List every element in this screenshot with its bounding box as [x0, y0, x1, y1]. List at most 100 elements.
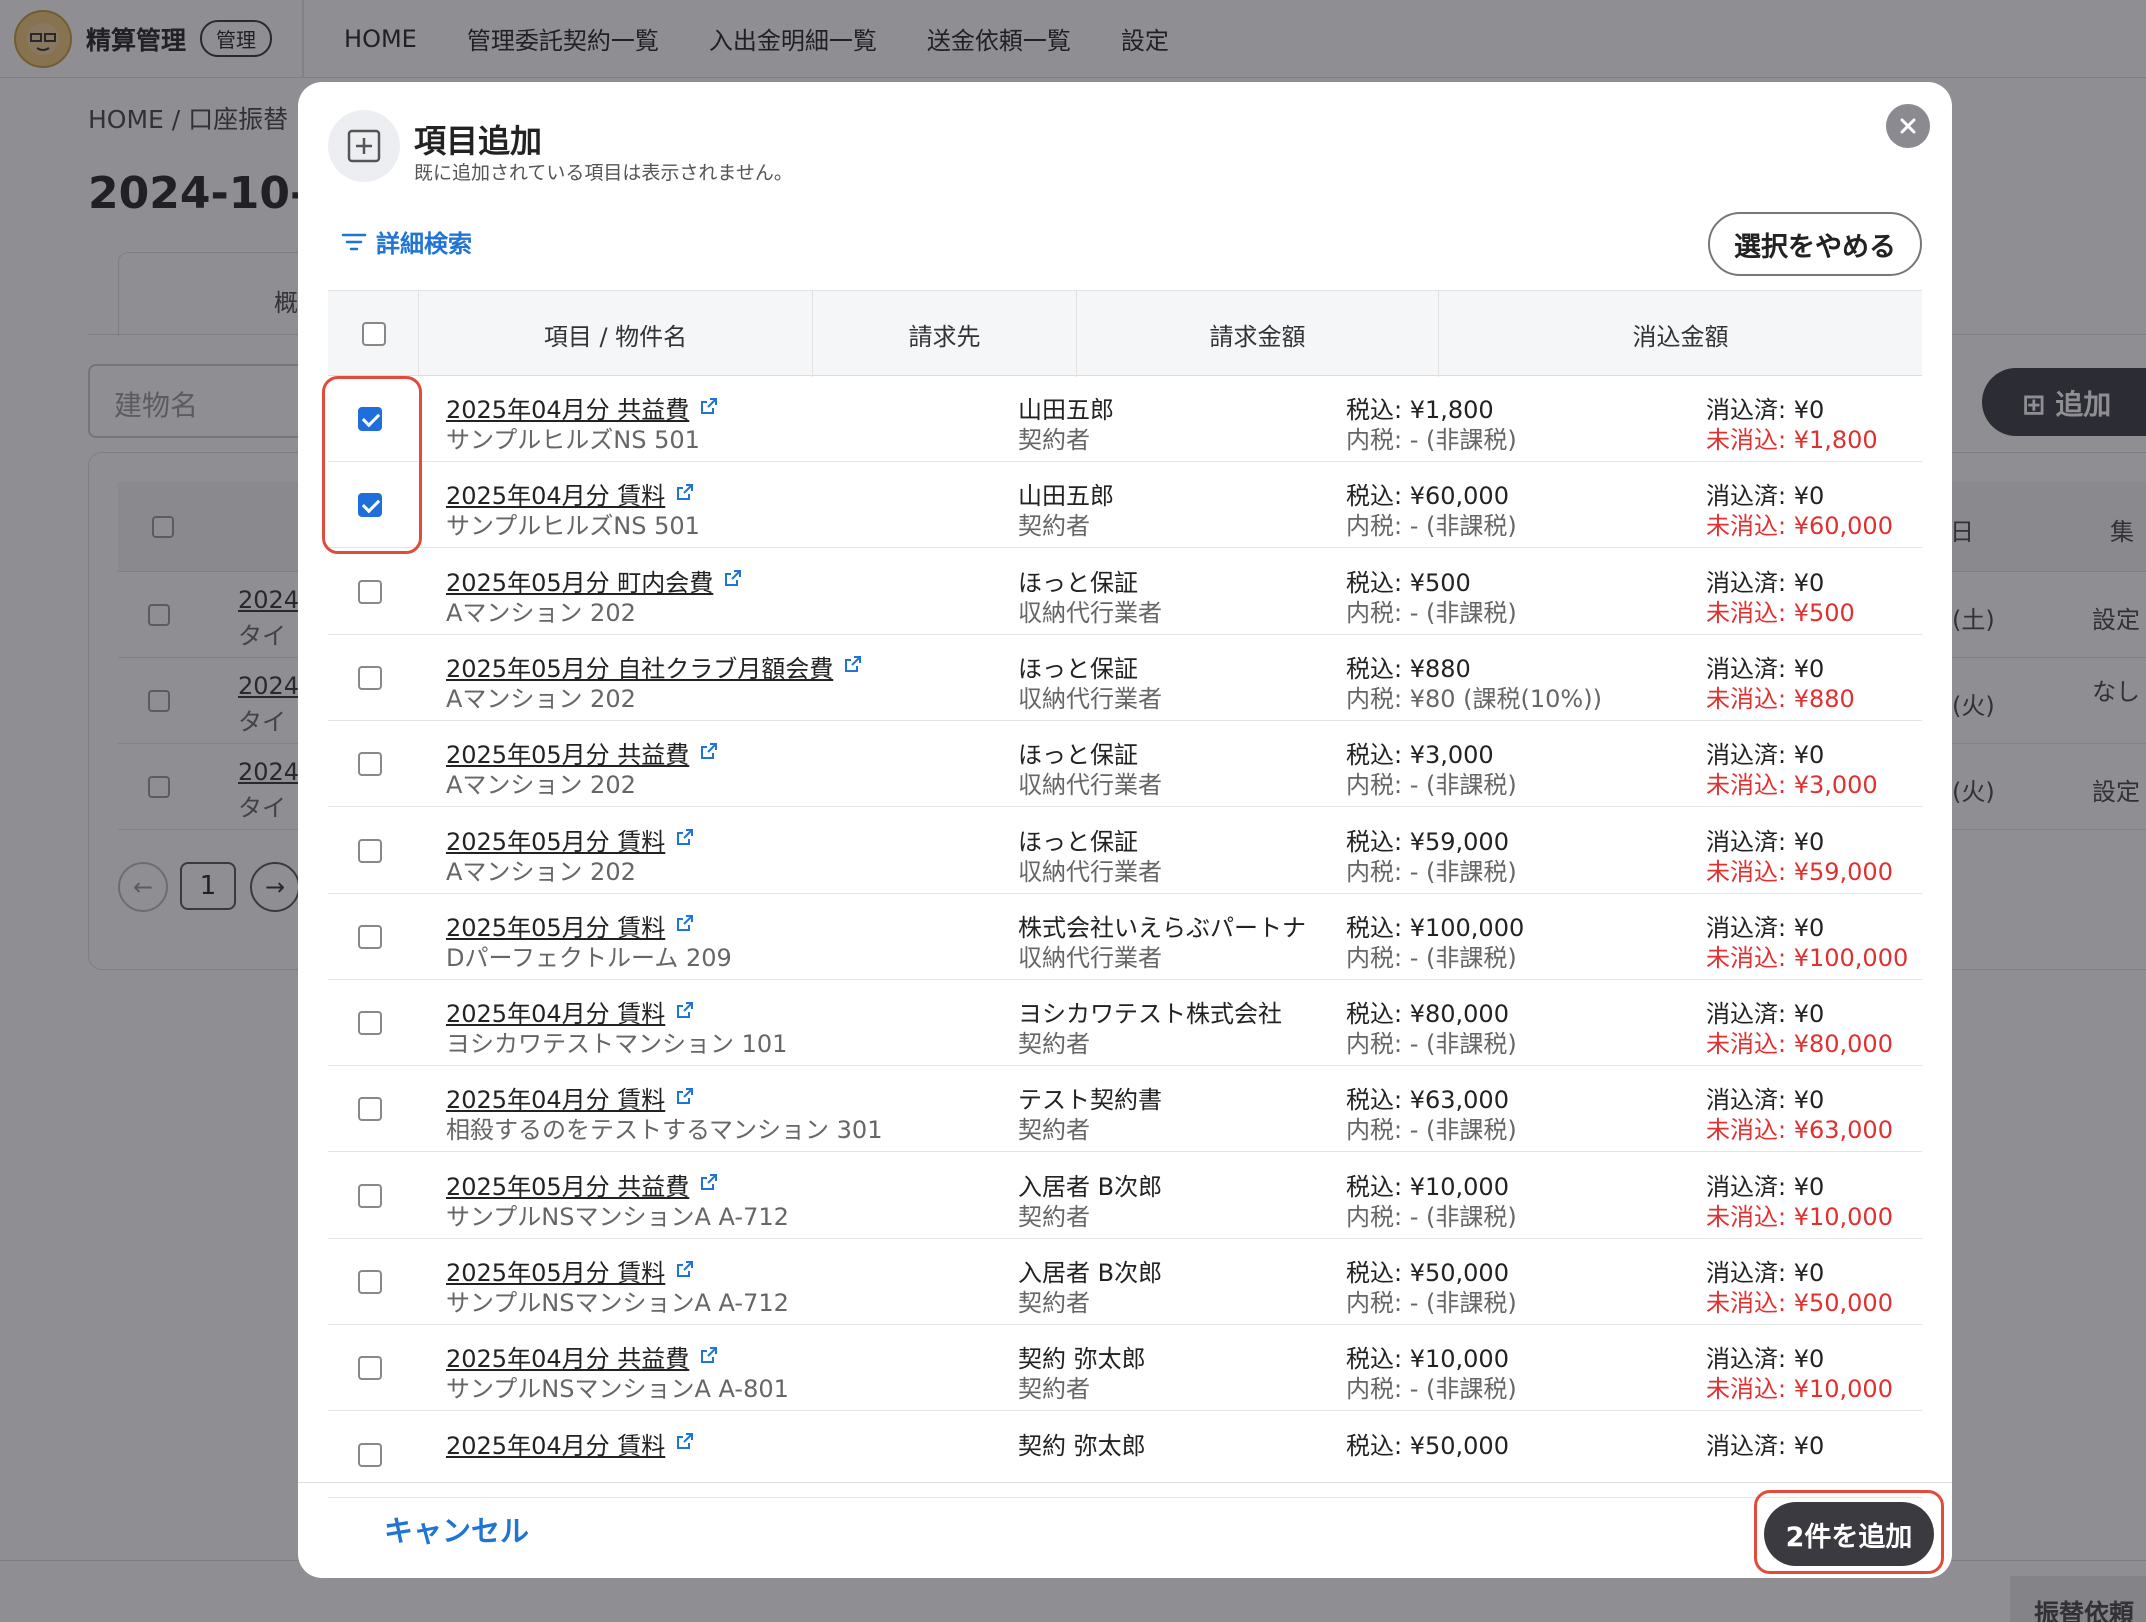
table-row[interactable]: 2025年05月分 賃料 サンプルNSマンションA A-712 入居者 B次郎 契約者…: [328, 1239, 1922, 1325]
filter-icon: [341, 233, 367, 250]
property-name: Aマンション 202: [446, 857, 636, 886]
tax-amount: 内税: - (非課税): [1346, 1289, 1517, 1317]
tax-amount: 内税: - (非課税): [1346, 943, 1517, 972]
unreconciled-amount: 未消込: ¥63,000: [1706, 1116, 1893, 1145]
table-row[interactable]: 2025年05月分 共益費 サンプルNSマンションA A-712 入居者 B次郎 契約…: [328, 1153, 1922, 1239]
row-checkbox[interactable]: [358, 665, 382, 690]
row-checkbox[interactable]: [358, 752, 382, 777]
unreconciled-amount: 未消込: ¥10,000: [1706, 1375, 1893, 1404]
property-name: Aマンション 202: [446, 598, 636, 627]
unreconciled-amount: 未消込: ¥50,000: [1706, 1289, 1893, 1317]
column-payee: 請求先: [812, 291, 1076, 377]
property-name: Aマンション 202: [446, 771, 636, 800]
confirm-highlight-annotation: [1754, 1490, 1944, 1574]
add-square-icon: [328, 110, 400, 182]
row-checkbox[interactable]: [358, 1097, 382, 1122]
tax-amount: 内税: - (非課税): [1346, 426, 1517, 454]
column-reconciled-amount: 消込金額: [1438, 291, 1922, 377]
tax-amount: 内税: - (非課税): [1346, 1375, 1517, 1404]
table-row[interactable]: 2025年05月分 賃料 Aマンション 202 ほっと保証 収納代行業者 税込: ¥59…: [328, 808, 1922, 894]
external-link-icon[interactable]: [699, 1343, 719, 1371]
unreconciled-amount: 未消込: ¥3,000: [1706, 771, 1878, 800]
property-name: サンプルNSマンションA A-712: [446, 1202, 789, 1231]
row-checkbox[interactable]: [358, 1356, 382, 1381]
external-link-icon[interactable]: [723, 566, 743, 594]
external-link-icon[interactable]: [675, 1429, 695, 1457]
unreconciled-amount: 未消込: ¥60,000: [1706, 512, 1893, 541]
table-row[interactable]: 2025年04月分 賃料 ヨシカワテストマンション 101 ヨシカワテスト株式会社契…: [328, 980, 1922, 1067]
property-name: ヨシカワテストマンション 101: [446, 1030, 788, 1059]
external-link-icon[interactable]: [843, 652, 863, 680]
items-table: 項目 / 物件名 請求先 請求金額 消込金額 2025年04月分 共益費 サンプル…: [328, 290, 1922, 1534]
table-row[interactable]: 2025年05月分 町内会費 Aマンション 202 ほっと保証 収納代行業者 税込: ¥…: [328, 549, 1922, 635]
close-button[interactable]: [1886, 104, 1930, 148]
table-row[interactable]: 2025年04月分 共益費 サンプルヒルズNS 501 山田五郎 契約者 税込: ¥1,…: [328, 376, 1922, 462]
unreconciled-amount: 未消込: ¥59,000: [1706, 857, 1893, 886]
unreconciled-amount: 未消込: ¥80,000: [1706, 1030, 1893, 1059]
payee-role: 契約者: [1018, 1030, 1090, 1059]
tax-amount: 内税: - (非課税): [1346, 857, 1517, 886]
property-name: 相殺するのをテストするマンション 301: [446, 1116, 883, 1145]
tax-amount: 内税: - (非課税): [1346, 1202, 1517, 1231]
checkbox-highlight-annotation: [322, 376, 422, 554]
property-name: サンプルNSマンションA A-801: [446, 1375, 789, 1404]
item-link[interactable]: 2025年04月分 賃料: [446, 1426, 695, 1461]
property-name: Dパーフェクトルーム 209: [446, 943, 732, 972]
payee-role: 収納代行業者: [1018, 943, 1162, 972]
deselect-button[interactable]: 選択をやめる: [1708, 212, 1922, 276]
unreconciled-amount: 未消込: ¥1,800: [1706, 426, 1878, 454]
property-name: サンプルヒルズNS 501: [446, 512, 700, 541]
tax-amount: 内税: ¥80 (課税(10%)): [1346, 684, 1602, 713]
row-checkbox[interactable]: [358, 1442, 382, 1467]
table-row[interactable]: 2025年04月分 賃料 相殺するのをテストするマンション 301 テスト契約書 契約…: [328, 1066, 1922, 1153]
close-icon: [1900, 118, 1916, 134]
row-checkbox[interactable]: [358, 838, 382, 863]
unreconciled-amount: 未消込: ¥100,000: [1706, 943, 1909, 972]
unreconciled-amount: 未消込: ¥880: [1706, 684, 1855, 713]
billed-amount: 税込: ¥50,000: [1346, 1431, 1509, 1460]
payee-role: 収納代行業者: [1018, 598, 1162, 627]
tax-amount: 内税: - (非課税): [1346, 1030, 1517, 1059]
table-row[interactable]: 2025年05月分 共益費 Aマンション 202 ほっと保証 収納代行業者 税込: ¥3…: [328, 721, 1922, 808]
table-row[interactable]: 2025年04月分 共益費 サンプルNSマンションA A-801 契約 弥太郎 契約者…: [328, 1325, 1922, 1412]
external-link-icon[interactable]: [675, 1257, 695, 1285]
modal-subtitle: 既に追加されている項目は表示されません。: [414, 162, 793, 184]
external-link-icon[interactable]: [675, 825, 695, 853]
table-header: 項目 / 物件名 請求先 請求金額 消込金額: [328, 290, 1922, 377]
external-link-icon[interactable]: [675, 1084, 695, 1112]
payee-role: 契約者: [1018, 512, 1090, 541]
property-name: Aマンション 202: [446, 684, 636, 713]
row-checkbox[interactable]: [358, 1011, 382, 1036]
cancel-button[interactable]: キャンセル: [384, 1508, 529, 1550]
payee-role: 契約者: [1018, 1375, 1090, 1404]
add-item-modal: 項目追加 既に追加されている項目は表示されません。 詳細検索 選択をやめる 項目…: [298, 82, 1952, 1578]
external-link-icon[interactable]: [699, 1170, 719, 1198]
reconciled-amount: 消込済: ¥0: [1706, 1431, 1825, 1460]
item-name: 2025年04月分 賃料: [446, 1431, 666, 1460]
external-link-icon[interactable]: [699, 394, 719, 422]
external-link-icon[interactable]: [675, 998, 695, 1026]
advanced-search-label: 詳細検索: [376, 230, 472, 258]
table-row[interactable]: 2025年04月分 賃料 サンプルヒルズNS 501 山田五郎 契約者 税込: ¥60,…: [328, 462, 1922, 549]
payee-role: 契約者: [1018, 1202, 1090, 1231]
row-checkbox[interactable]: [358, 579, 382, 604]
advanced-search-link[interactable]: 詳細検索: [340, 224, 472, 259]
payee-role: 契約者: [1018, 426, 1090, 454]
tax-amount: 内税: - (非課税): [1346, 1116, 1517, 1145]
tax-amount: 内税: - (非課税): [1346, 512, 1517, 541]
select-all-checkbox[interactable]: [362, 322, 386, 346]
row-checkbox[interactable]: [358, 1183, 382, 1208]
external-link-icon[interactable]: [699, 739, 719, 767]
table-row[interactable]: 2025年05月分 賃料 Dパーフェクトルーム 209 株式会社いえらぶパートナ 収納…: [328, 894, 1922, 980]
property-name: サンプルNSマンションA A-712: [446, 1289, 789, 1317]
modal-title: 項目追加: [414, 122, 543, 160]
modal-footer-divider: [298, 1482, 1952, 1483]
row-checkbox[interactable]: [358, 924, 382, 949]
table-row[interactable]: 2025年04月分 賃料 契約 弥太郎 税込: ¥50,000 消込済: ¥0: [328, 1412, 1922, 1498]
external-link-icon[interactable]: [675, 480, 695, 508]
row-checkbox[interactable]: [358, 1270, 382, 1294]
unreconciled-amount: 未消込: ¥10,000: [1706, 1202, 1893, 1231]
payee-name: 契約 弥太郎: [1018, 1431, 1146, 1460]
table-row[interactable]: 2025年05月分 自社クラブ月額会費 Aマンション 202 ほっと保証 収納代行業者…: [328, 635, 1922, 721]
external-link-icon[interactable]: [675, 911, 695, 939]
